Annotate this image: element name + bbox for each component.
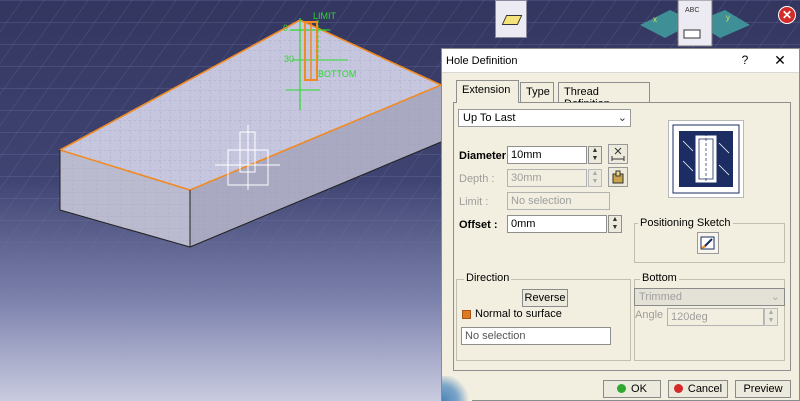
- diameter-spinner[interactable]: ▲ ▼: [588, 146, 602, 164]
- exit-workbench-icon[interactable]: ✕: [778, 6, 796, 24]
- sketcher-icon: [700, 236, 715, 250]
- positioning-sketch-button[interactable]: [697, 232, 719, 254]
- svg-text:BOTTOM: BOTTOM: [318, 69, 356, 79]
- angle-spinner: ▲ ▼: [764, 308, 778, 326]
- angle-field: 120deg: [667, 308, 764, 326]
- offset-label: Offset :: [459, 219, 498, 231]
- cancel-icon: [673, 384, 683, 393]
- limit-label: Limit :: [459, 196, 489, 208]
- depth-field: 30mm: [507, 169, 587, 187]
- offset-field[interactable]: 0mm: [507, 215, 607, 233]
- tab-thread-definition[interactable]: Thread Definition: [558, 82, 650, 110]
- limit-field: No selection: [507, 192, 610, 210]
- ok-icon: [617, 384, 627, 393]
- svg-text:ABC: ABC: [685, 7, 699, 14]
- bottom-label: Bottom: [640, 272, 679, 284]
- dialog-titlebar[interactable]: Hole Definition ? ✕: [442, 49, 799, 73]
- cancel-button[interactable]: Cancel: [668, 380, 728, 398]
- ok-button[interactable]: OK: [603, 380, 661, 398]
- help-button[interactable]: ?: [738, 53, 752, 69]
- tab-extension-label: Extension: [462, 84, 511, 96]
- diameter-field[interactable]: 10mm: [507, 146, 587, 164]
- ok-label: OK: [631, 383, 647, 395]
- close-button[interactable]: ✕: [772, 52, 788, 68]
- diameter-label: Diameter :: [459, 150, 513, 162]
- hole-preview-image: [668, 120, 744, 198]
- svg-text:LIMIT: LIMIT: [313, 11, 337, 21]
- offset-spinner[interactable]: ▲ ▼: [608, 215, 622, 233]
- svg-text:30: 30: [284, 54, 294, 64]
- depth-measure-icon: [608, 167, 628, 187]
- hole-definition-dialog: Hole Definition ? ✕ Extension Type Threa…: [441, 48, 800, 401]
- svg-text:x: x: [653, 15, 657, 24]
- normal-to-surface-label: Normal to surface: [475, 308, 562, 320]
- direction-selection-field[interactable]: No selection: [461, 327, 611, 345]
- preview-button[interactable]: Preview: [735, 380, 791, 398]
- tab-type-label: Type: [526, 86, 550, 98]
- bottom-type-select: Trimmed ⌄: [634, 288, 785, 306]
- extension-type-value: Up To Last: [463, 112, 516, 124]
- angle-label: Angle :: [635, 309, 670, 321]
- sketch-tool-icon[interactable]: [501, 15, 523, 25]
- direction-label: Direction: [464, 272, 512, 284]
- normal-to-surface-checkbox[interactable]: [462, 310, 471, 319]
- svg-text:y: y: [726, 13, 730, 22]
- tab-extension[interactable]: Extension: [456, 80, 519, 103]
- positioning-sketch-label: Positioning Sketch: [638, 217, 733, 229]
- tab-type[interactable]: Type: [520, 82, 554, 102]
- depth-label: Depth :: [459, 173, 495, 185]
- depth-spinner: ▲ ▼: [588, 169, 602, 187]
- chevron-down-icon: ⌄: [770, 291, 780, 303]
- dialog-title: Hole Definition: [446, 55, 518, 67]
- svg-text:0: 0: [283, 23, 288, 33]
- reverse-button[interactable]: Reverse: [522, 289, 568, 307]
- diameter-measure-icon[interactable]: [608, 144, 628, 164]
- footer-decoration: [442, 376, 472, 401]
- compass-icon[interactable]: ABC x y: [640, 0, 750, 48]
- chevron-down-icon: ⌄: [617, 112, 627, 124]
- extension-type-select[interactable]: Up To Last ⌄: [458, 109, 631, 127]
- cancel-label: Cancel: [687, 383, 723, 395]
- bottom-type-value: Trimmed: [639, 291, 682, 303]
- toolbar-fragment: [495, 0, 527, 38]
